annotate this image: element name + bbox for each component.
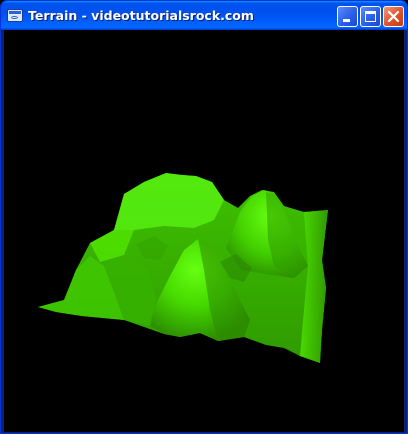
maximize-button[interactable] bbox=[360, 6, 381, 27]
terrain-render bbox=[38, 173, 328, 363]
close-button[interactable] bbox=[383, 6, 404, 27]
window-app-icon[interactable] bbox=[7, 9, 23, 22]
minimize-icon bbox=[343, 19, 350, 22]
opengl-viewport[interactable] bbox=[4, 30, 404, 432]
maximize-icon bbox=[365, 11, 376, 22]
window-title: Terrain - videotutorialsrock.com bbox=[28, 8, 254, 23]
title-bar[interactable]: Terrain - videotutorialsrock.com bbox=[1, 1, 407, 30]
app-window: Terrain - videotutorialsrock.com bbox=[0, 0, 408, 434]
minimize-button[interactable] bbox=[337, 6, 358, 27]
close-icon bbox=[387, 10, 400, 23]
